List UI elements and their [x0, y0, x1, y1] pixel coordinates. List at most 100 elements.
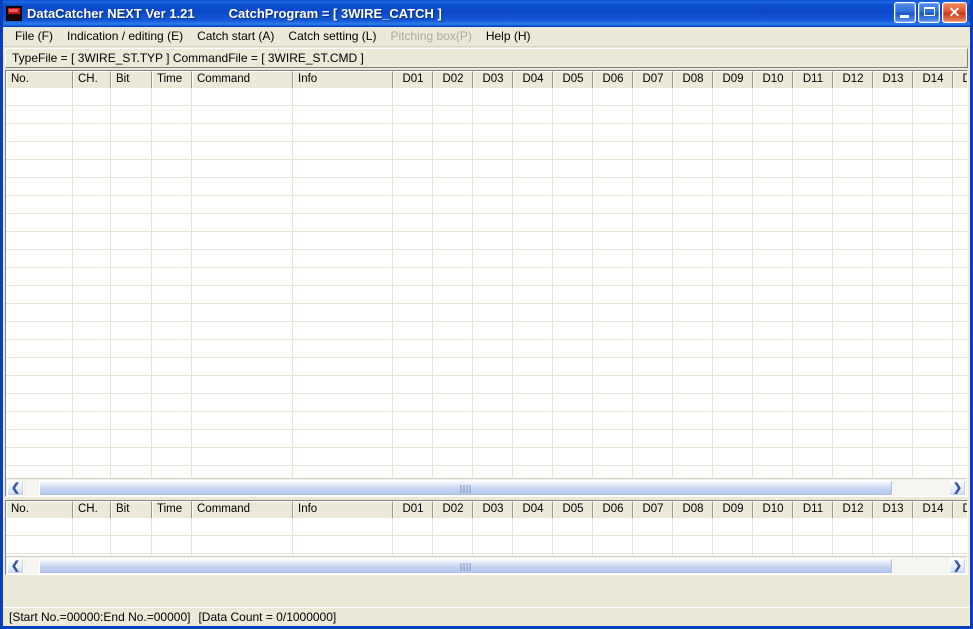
- table-cell[interactable]: [873, 412, 913, 430]
- table-cell[interactable]: [593, 536, 633, 554]
- table-cell[interactable]: [473, 536, 513, 554]
- table-cell[interactable]: [913, 412, 953, 430]
- grid-rows-bottom[interactable]: [6, 518, 967, 556]
- table-cell[interactable]: [673, 376, 713, 394]
- table-cell[interactable]: [433, 160, 473, 178]
- table-cell[interactable]: [473, 214, 513, 232]
- table-cell[interactable]: [753, 160, 793, 178]
- table-cell[interactable]: [553, 250, 593, 268]
- column-header-d09[interactable]: D09: [713, 501, 753, 518]
- table-row[interactable]: [6, 214, 967, 232]
- table-cell[interactable]: [593, 214, 633, 232]
- table-cell[interactable]: [6, 88, 73, 106]
- table-cell[interactable]: [111, 340, 152, 358]
- table-cell[interactable]: [73, 466, 111, 478]
- table-cell[interactable]: [111, 304, 152, 322]
- table-cell[interactable]: [553, 286, 593, 304]
- table-cell[interactable]: [873, 142, 913, 160]
- table-cell[interactable]: [793, 448, 833, 466]
- table-cell[interactable]: [553, 466, 593, 478]
- table-cell[interactable]: [393, 268, 433, 286]
- table-cell[interactable]: [833, 106, 873, 124]
- table-cell[interactable]: [633, 376, 673, 394]
- table-cell[interactable]: [913, 358, 953, 376]
- table-cell[interactable]: [73, 232, 111, 250]
- table-cell[interactable]: [473, 196, 513, 214]
- table-cell[interactable]: [793, 358, 833, 376]
- table-cell[interactable]: [593, 88, 633, 106]
- table-cell[interactable]: [593, 518, 633, 536]
- table-cell[interactable]: [713, 196, 753, 214]
- table-cell[interactable]: [713, 536, 753, 554]
- table-cell[interactable]: [111, 196, 152, 214]
- table-cell[interactable]: [953, 518, 967, 536]
- table-cell[interactable]: [913, 340, 953, 358]
- table-cell[interactable]: [953, 376, 967, 394]
- table-cell[interactable]: [953, 178, 967, 196]
- table-cell[interactable]: [913, 196, 953, 214]
- table-cell[interactable]: [593, 232, 633, 250]
- table-cell[interactable]: [73, 106, 111, 124]
- table-cell[interactable]: [513, 466, 553, 478]
- column-header-d14[interactable]: D14: [913, 71, 953, 88]
- table-cell[interactable]: [293, 394, 393, 412]
- table-cell[interactable]: [713, 268, 753, 286]
- table-cell[interactable]: [833, 448, 873, 466]
- table-cell[interactable]: [473, 106, 513, 124]
- table-cell[interactable]: [473, 430, 513, 448]
- table-cell[interactable]: [953, 232, 967, 250]
- table-cell[interactable]: [793, 340, 833, 358]
- table-cell[interactable]: [393, 160, 433, 178]
- table-cell[interactable]: [473, 286, 513, 304]
- table-cell[interactable]: [473, 160, 513, 178]
- table-cell[interactable]: [713, 448, 753, 466]
- table-cell[interactable]: [293, 250, 393, 268]
- column-header-d01[interactable]: D01: [393, 71, 433, 88]
- table-cell[interactable]: [73, 196, 111, 214]
- column-header-d07[interactable]: D07: [633, 71, 673, 88]
- table-cell[interactable]: [713, 322, 753, 340]
- table-cell[interactable]: [73, 160, 111, 178]
- table-cell[interactable]: [293, 322, 393, 340]
- column-header-d05[interactable]: D05: [553, 71, 593, 88]
- menu-item-help[interactable]: Help (H): [479, 28, 538, 46]
- table-cell[interactable]: [833, 376, 873, 394]
- table-cell[interactable]: [873, 322, 913, 340]
- table-cell[interactable]: [433, 412, 473, 430]
- table-cell[interactable]: [393, 304, 433, 322]
- column-header-time[interactable]: Time: [152, 71, 192, 88]
- table-cell[interactable]: [793, 518, 833, 536]
- table-cell[interactable]: [433, 430, 473, 448]
- table-cell[interactable]: [713, 106, 753, 124]
- column-header-d02[interactable]: D02: [433, 71, 473, 88]
- table-cell[interactable]: [713, 142, 753, 160]
- column-header-time[interactable]: Time: [152, 501, 192, 518]
- column-header-d13[interactable]: D13: [873, 501, 913, 518]
- table-cell[interactable]: [713, 430, 753, 448]
- table-cell[interactable]: [293, 304, 393, 322]
- table-cell[interactable]: [753, 178, 793, 196]
- table-cell[interactable]: [793, 304, 833, 322]
- table-cell[interactable]: [73, 178, 111, 196]
- table-cell[interactable]: [873, 178, 913, 196]
- table-cell[interactable]: [953, 142, 967, 160]
- table-cell[interactable]: [833, 466, 873, 478]
- table-cell[interactable]: [753, 106, 793, 124]
- table-cell[interactable]: [553, 536, 593, 554]
- column-header-d08[interactable]: D08: [673, 501, 713, 518]
- table-cell[interactable]: [833, 196, 873, 214]
- table-cell[interactable]: [192, 448, 293, 466]
- table-cell[interactable]: [152, 358, 192, 376]
- table-cell[interactable]: [873, 518, 913, 536]
- table-cell[interactable]: [513, 340, 553, 358]
- table-cell[interactable]: [6, 214, 73, 232]
- table-cell[interactable]: [393, 518, 433, 536]
- table-cell[interactable]: [553, 304, 593, 322]
- table-row[interactable]: [6, 196, 967, 214]
- table-row[interactable]: [6, 394, 967, 412]
- table-cell[interactable]: [633, 322, 673, 340]
- table-row[interactable]: [6, 304, 967, 322]
- table-cell[interactable]: [713, 286, 753, 304]
- table-cell[interactable]: [913, 106, 953, 124]
- table-cell[interactable]: [192, 88, 293, 106]
